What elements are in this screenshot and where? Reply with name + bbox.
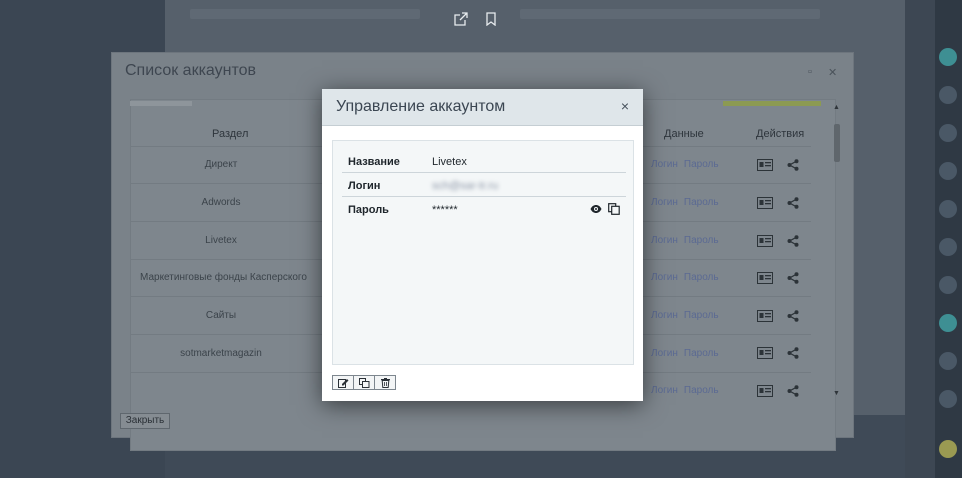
edit-icon [337,378,348,388]
table-row-links: Логин Пароль [651,385,725,396]
login-link[interactable]: Логин [651,159,678,170]
password-link[interactable]: Пароль [684,235,719,246]
table-row-name: Сайты [205,310,237,321]
login-link[interactable]: Логин [651,197,678,208]
share-icon[interactable] [787,347,799,359]
table-row-links: Логин Пароль [651,197,725,208]
avatar[interactable] [939,124,957,142]
avatar[interactable] [939,86,957,104]
field-row-login: Логин sch@sar-tr.ru [342,173,626,197]
password-link[interactable]: Пароль [684,197,719,208]
login-value: sch@sar-tr.ru [432,180,499,192]
scroll-down-icon[interactable]: ▼ [833,390,840,397]
table-row-name: Маркетинговые фонды Касперского [140,272,307,283]
field-label: Название [348,156,400,168]
copy-icon[interactable] [608,203,620,215]
id-card-icon[interactable] [757,310,773,322]
account-fields: Название Livetex Логин sch@sar-tr.ru Пар… [332,140,634,365]
avatar[interactable] [939,162,957,180]
password-link[interactable]: Пароль [684,348,719,359]
scrollbar[interactable]: ▲ ▼ [832,104,842,400]
share-icon[interactable] [787,159,799,171]
share-external-icon[interactable] [452,10,470,28]
id-card-icon[interactable] [757,385,773,397]
share-icon[interactable] [787,310,799,322]
account-management-modal: Управление аккаунтом × Название Livetex … [322,89,643,401]
close-icon[interactable]: ✕ [828,66,837,79]
modal-toolbar [332,375,396,390]
password-link[interactable]: Пароль [684,159,719,170]
avatar[interactable] [939,48,957,66]
login-link[interactable]: Логин [651,272,678,283]
password-link[interactable]: Пароль [684,310,719,321]
edit-button[interactable] [332,375,354,390]
id-card-icon[interactable] [757,159,773,171]
close-button[interactable]: Закрыть [120,413,170,429]
password-link[interactable]: Пароль [684,272,719,283]
table-row-name: Adwords [201,197,241,208]
table-row-name: Директ [204,159,238,170]
progress-bar [130,101,192,106]
table-row-name: Livetex [205,235,237,246]
bookmark-icon[interactable] [482,10,500,28]
background-text [520,9,820,19]
maximize-icon[interactable]: ▫ [808,66,812,78]
progress-bar [723,101,821,106]
delete-button[interactable] [374,375,396,390]
trash-icon [380,377,390,388]
eye-icon[interactable] [590,203,602,215]
dialog-title: Список аккаунтов [125,62,257,79]
avatar[interactable] [939,390,957,408]
background-text [190,9,420,19]
avatar[interactable] [939,200,957,218]
name-value: Livetex [432,156,467,168]
background-right-panel [905,0,935,478]
password-link[interactable]: Пароль [684,385,719,396]
scroll-up-icon[interactable]: ▲ [833,104,840,111]
column-header-actions[interactable]: Действия [756,128,804,140]
field-label: Пароль [348,204,389,216]
id-card-icon[interactable] [757,347,773,359]
field-label: Логин [348,180,381,192]
table-row-links: Логин Пароль [651,348,725,359]
login-link[interactable]: Логин [651,235,678,246]
field-row-password: Пароль ****** [342,197,626,221]
scroll-thumb[interactable] [834,124,840,162]
login-link[interactable]: Логин [651,385,678,396]
modal-title: Управление аккаунтом [336,98,506,115]
password-value: ****** [432,204,458,216]
share-icon[interactable] [787,197,799,209]
table-row-links: Логин Пароль [651,159,725,170]
table-row-links: Логин Пароль [651,310,725,321]
table-row-name: sotmarketmagazin [180,348,262,359]
table-row-links: Логин Пароль [651,272,725,283]
share-icon[interactable] [787,272,799,284]
avatar[interactable] [939,352,957,370]
avatar[interactable] [939,440,957,458]
avatar[interactable] [939,276,957,294]
login-link[interactable]: Логин [651,348,678,359]
column-header-section[interactable]: Раздел [212,128,248,140]
table-row-links: Логин Пароль [651,235,725,246]
id-card-icon[interactable] [757,235,773,247]
share-icon[interactable] [787,385,799,397]
id-card-icon[interactable] [757,197,773,209]
column-header-data[interactable]: Данные [664,128,704,140]
avatar[interactable] [939,238,957,256]
modal-header: Управление аккаунтом × [322,89,643,126]
share-icon[interactable] [787,235,799,247]
field-row-name: Название Livetex [342,149,626,173]
copy-icon [358,377,369,388]
close-icon[interactable]: × [621,98,629,114]
avatar[interactable] [939,314,957,332]
duplicate-button[interactable] [353,375,375,390]
login-link[interactable]: Логин [651,310,678,321]
id-card-icon[interactable] [757,272,773,284]
